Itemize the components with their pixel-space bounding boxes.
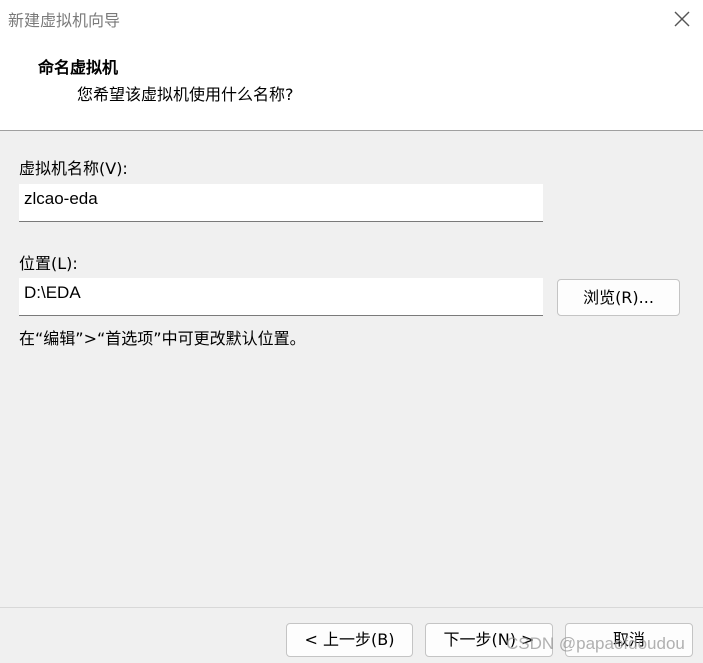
browse-button[interactable]: 浏览(R)... — [557, 279, 680, 316]
page-subtitle: 您希望该虚拟机使用什么名称? — [77, 85, 294, 104]
page-title: 命名虚拟机 — [38, 58, 119, 77]
window-title: 新建虚拟机向导 — [8, 11, 121, 30]
location-label: 位置(L): — [19, 254, 78, 273]
wizard-header: 命名虚拟机 您希望该虚拟机使用什么名称? — [0, 40, 703, 130]
back-button-label: < 上一步(B) — [304, 630, 395, 649]
title-bar: 新建虚拟机向导 — [0, 0, 703, 40]
vm-name-label: 虚拟机名称(V): — [19, 159, 128, 178]
footer-divider — [0, 607, 703, 608]
vm-name-value: zlcao-eda — [24, 189, 98, 208]
watermark: CSDN @papaofdoudou — [506, 634, 685, 653]
back-button[interactable]: < 上一步(B) — [286, 623, 413, 657]
close-icon[interactable] — [671, 8, 693, 30]
location-input[interactable]: D:\EDA — [19, 278, 543, 316]
location-value: D:\EDA — [24, 283, 81, 302]
location-hint: 在“编辑”>“首选项”中可更改默认位置。 — [19, 329, 306, 348]
browse-button-label: 浏览(R)... — [583, 288, 654, 307]
header-divider — [0, 130, 703, 131]
vm-name-input[interactable]: zlcao-eda — [19, 184, 543, 222]
